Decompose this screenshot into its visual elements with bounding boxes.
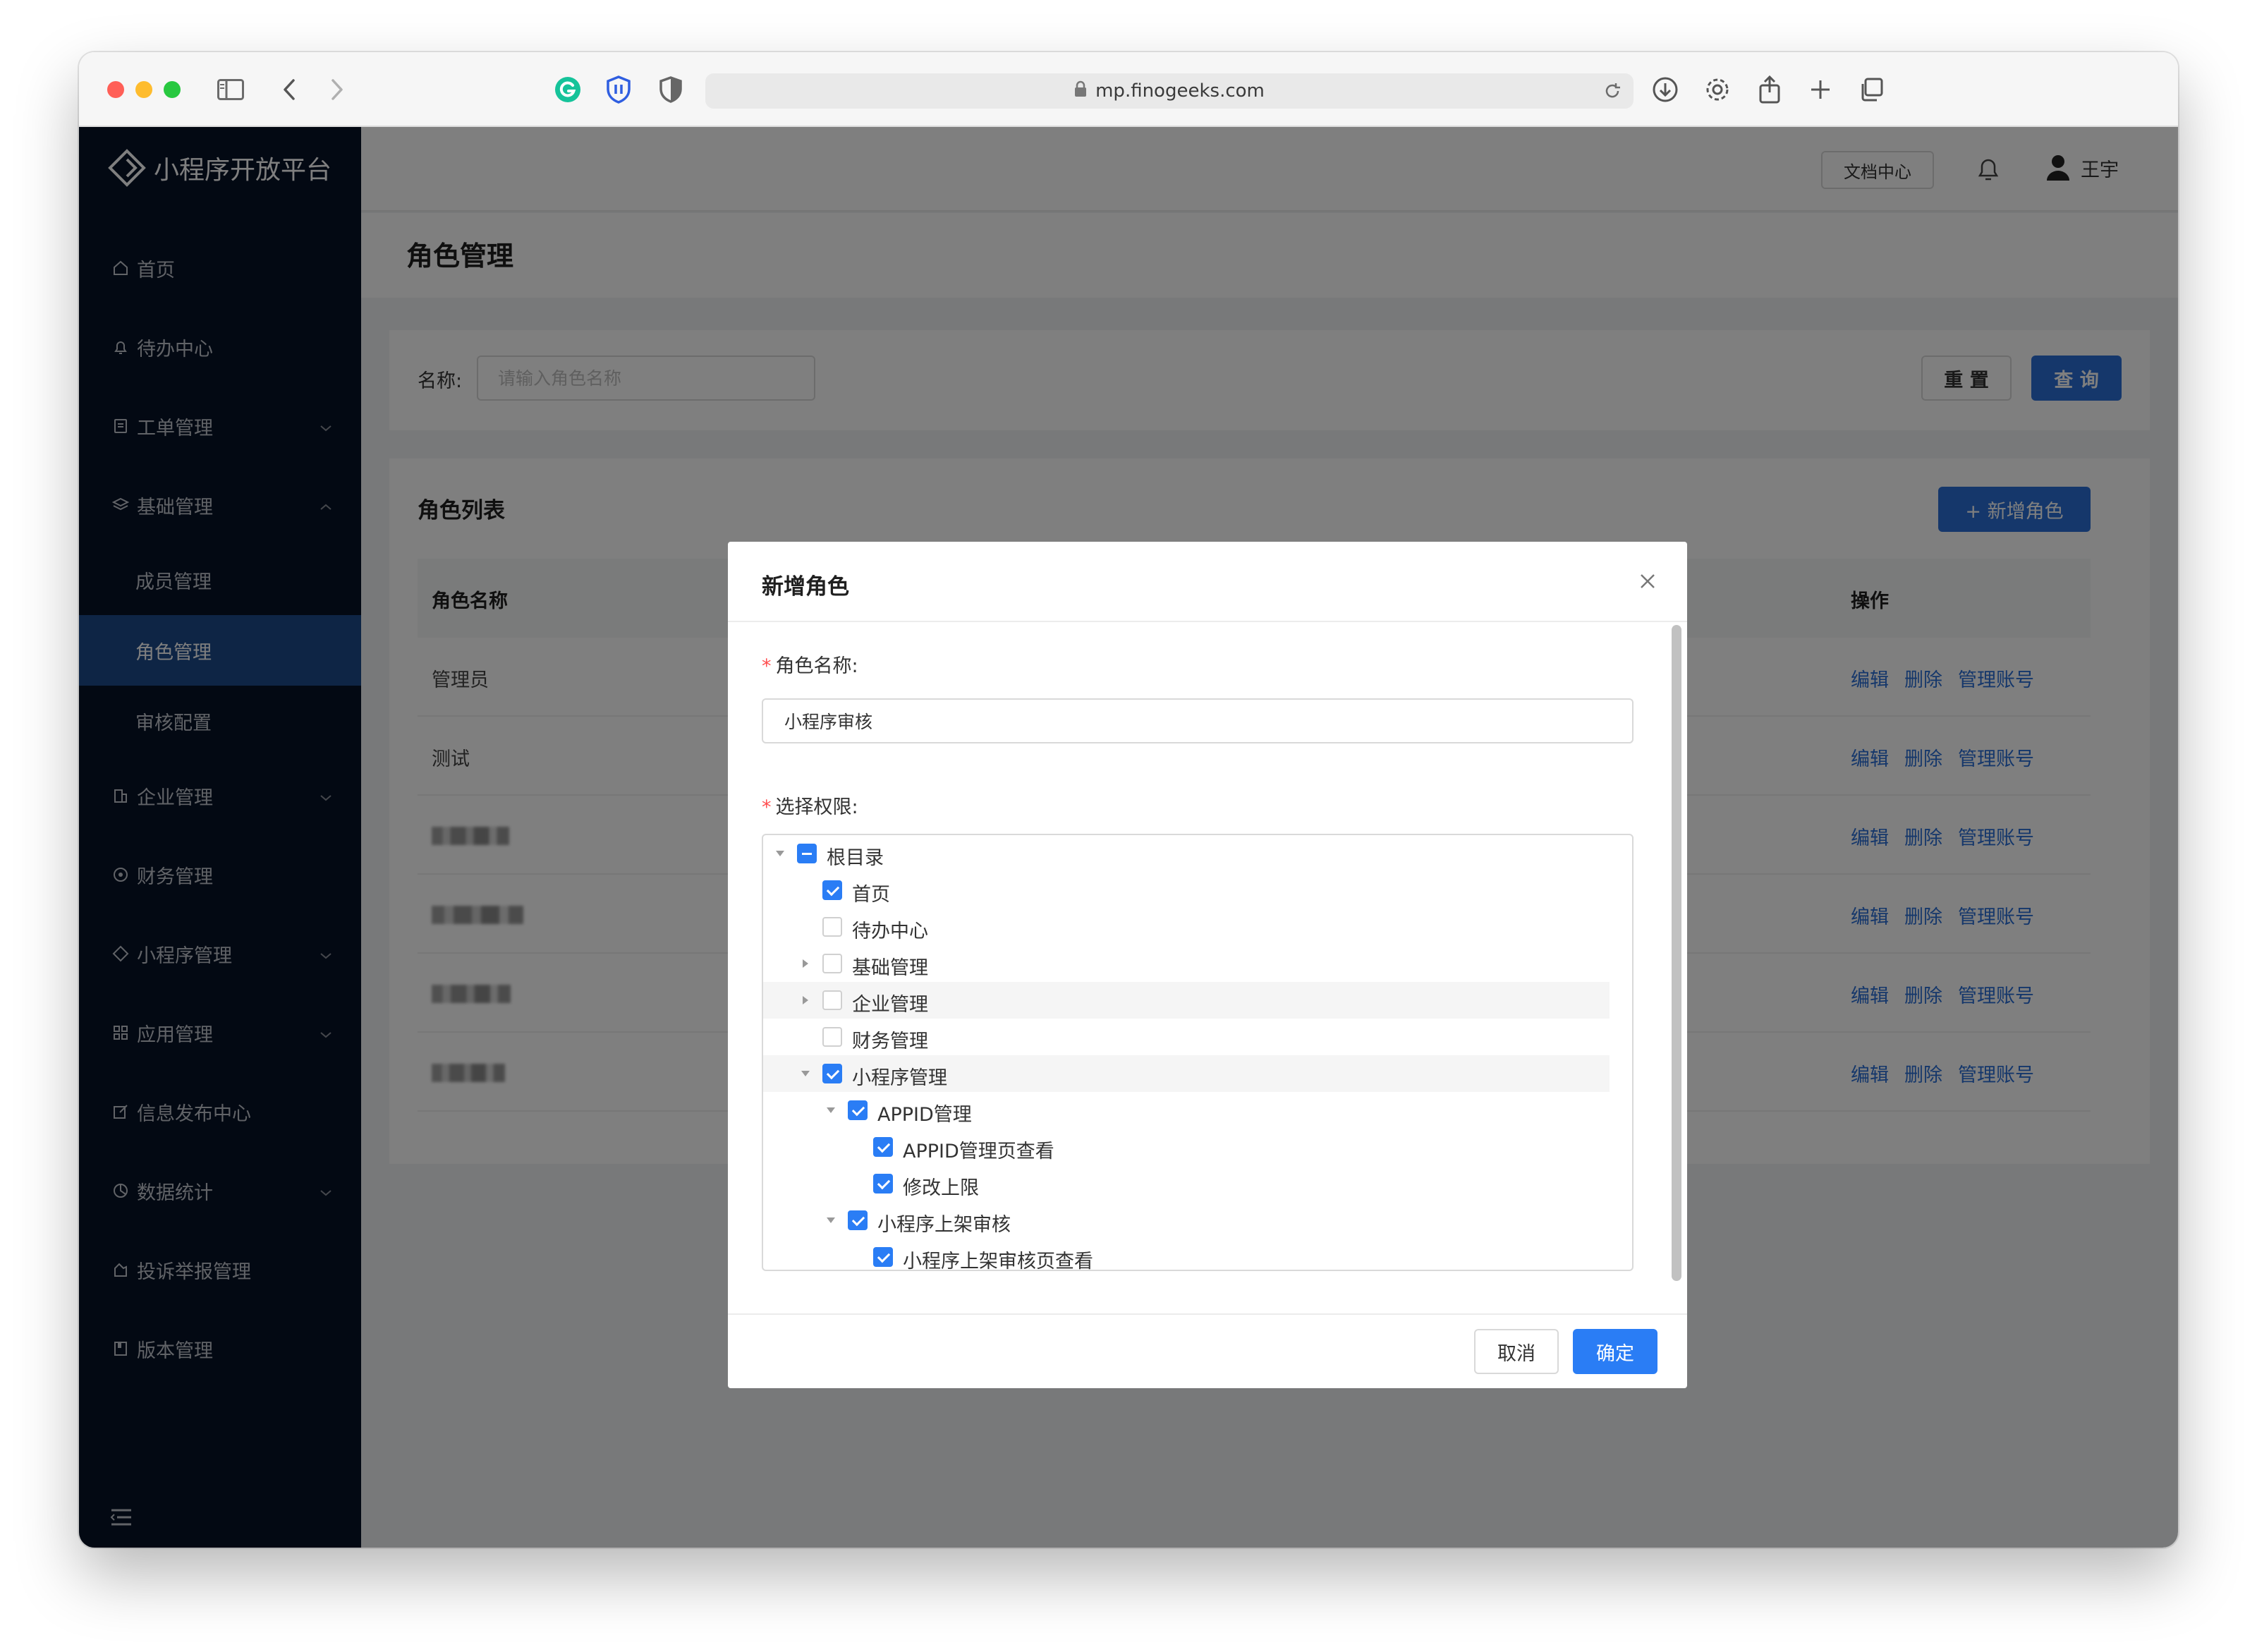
tree-checkbox[interactable] xyxy=(797,844,817,863)
gear-icon[interactable] xyxy=(1701,73,1734,106)
maximize-window-button[interactable] xyxy=(164,81,181,98)
tree-node-label: 小程序上架审核页查看 xyxy=(903,1251,1093,1271)
tree-node[interactable]: 小程序管理 xyxy=(763,1055,1610,1092)
tree-checkbox[interactable] xyxy=(822,1064,842,1083)
tree-node[interactable]: 基础管理 xyxy=(763,945,1610,982)
caret-right-icon[interactable] xyxy=(798,993,813,1007)
tree-node[interactable]: 根目录 xyxy=(763,835,1610,872)
download-icon[interactable] xyxy=(1649,73,1681,106)
permission-tree: 根目录 首页 待办中心 基础管理 企业管理 财务管理 小程序管理 APPID管理… xyxy=(762,834,1634,1271)
tree-node-label: 首页 xyxy=(852,884,890,906)
close-window-button[interactable] xyxy=(107,81,124,98)
tree-checkbox[interactable] xyxy=(822,954,842,973)
sidebar-toggle-icon[interactable] xyxy=(214,73,247,106)
tree-node-label: 待办中心 xyxy=(852,921,928,942)
tree-node-label: 小程序管理 xyxy=(852,1067,947,1089)
tree-node[interactable]: APPID管理页查看 xyxy=(763,1129,1610,1165)
lock-icon xyxy=(1074,80,1087,102)
tree-checkbox[interactable] xyxy=(848,1100,868,1120)
dialog-title: 新增角色 xyxy=(762,574,849,600)
shield-extension-icon[interactable] xyxy=(602,73,635,106)
tree-node-label: 小程序上架审核 xyxy=(877,1214,1011,1236)
new-tab-plus-icon[interactable] xyxy=(1804,73,1837,106)
tree-node-label: 企业管理 xyxy=(852,994,928,1016)
add-role-dialog: 新增角色 *角色名称: *选择权限: 根目录 首页 xyxy=(728,542,1687,1388)
dialog-header: 新增角色 xyxy=(728,542,1687,622)
app-root: 小程序开放平台 首页 待办中心 工单管理 基础管理 成员管理 xyxy=(79,127,2178,1548)
reload-icon[interactable] xyxy=(1602,81,1622,106)
caret-down-icon[interactable] xyxy=(824,1213,838,1227)
address-bar[interactable]: mp.finogeeks.com xyxy=(705,73,1634,109)
tree-node-label: 财务管理 xyxy=(852,1031,928,1052)
tree-checkbox[interactable] xyxy=(822,917,842,937)
dialog-footer: 取消 确定 xyxy=(728,1313,1687,1388)
tree-node[interactable]: APPID管理 xyxy=(763,1092,1610,1129)
tree-checkbox[interactable] xyxy=(822,880,842,900)
tree-checkbox[interactable] xyxy=(873,1247,893,1267)
caret-right-icon[interactable] xyxy=(798,956,813,971)
tree-node[interactable]: 小程序上架审核 xyxy=(763,1202,1610,1239)
tree-node-label: 修改上限 xyxy=(903,1177,979,1199)
role-name-input[interactable] xyxy=(762,698,1634,743)
caret-down-icon[interactable] xyxy=(798,1067,813,1081)
url-text: mp.finogeeks.com xyxy=(1095,80,1265,102)
grammarly-extension-icon[interactable] xyxy=(552,73,584,106)
share-icon[interactable] xyxy=(1753,73,1786,106)
tree-node[interactable]: 待办中心 xyxy=(763,909,1610,945)
tree-node[interactable]: 小程序上架审核页查看 xyxy=(763,1239,1610,1271)
tree-node[interactable]: 企业管理 xyxy=(763,982,1610,1019)
tree-node-label: APPID管理 xyxy=(877,1104,972,1126)
caret-down-icon[interactable] xyxy=(824,1103,838,1117)
browser-window: mp.finogeeks.com 请输入角色名称 新增角色 * 角色名称: 小程… xyxy=(79,52,2178,1548)
role-name-label: * 角色名称: xyxy=(762,655,858,677)
tab-overview-icon[interactable] xyxy=(1855,73,1887,106)
tree-checkbox[interactable] xyxy=(822,1027,842,1047)
browser-toolbar: mp.finogeeks.com xyxy=(79,52,2178,127)
permission-label: * 选择权限: xyxy=(762,796,858,818)
confirm-button[interactable]: 确定 xyxy=(1573,1329,1657,1374)
caret-down-icon[interactable] xyxy=(773,846,787,861)
tree-node-label: APPID管理页查看 xyxy=(903,1141,1054,1162)
tree-checkbox[interactable] xyxy=(873,1137,893,1157)
minimize-window-button[interactable] xyxy=(135,81,152,98)
privacy-shield-icon[interactable] xyxy=(655,73,687,106)
tree-checkbox[interactable] xyxy=(822,990,842,1010)
back-arrow-icon[interactable] xyxy=(275,73,303,106)
tree-node[interactable]: 修改上限 xyxy=(763,1165,1610,1202)
forward-arrow-icon[interactable] xyxy=(323,73,351,106)
tree-node-label: 根目录 xyxy=(827,847,884,869)
close-icon[interactable] xyxy=(1639,573,1656,593)
tree-node-label: 基础管理 xyxy=(852,957,928,979)
cancel-button[interactable]: 取消 xyxy=(1474,1329,1559,1374)
tree-checkbox[interactable] xyxy=(873,1174,893,1194)
dialog-scrollbar[interactable] xyxy=(1672,625,1681,1281)
tree-checkbox[interactable] xyxy=(848,1210,868,1230)
tree-node[interactable]: 首页 xyxy=(763,872,1610,909)
tree-node[interactable]: 财务管理 xyxy=(763,1019,1610,1055)
